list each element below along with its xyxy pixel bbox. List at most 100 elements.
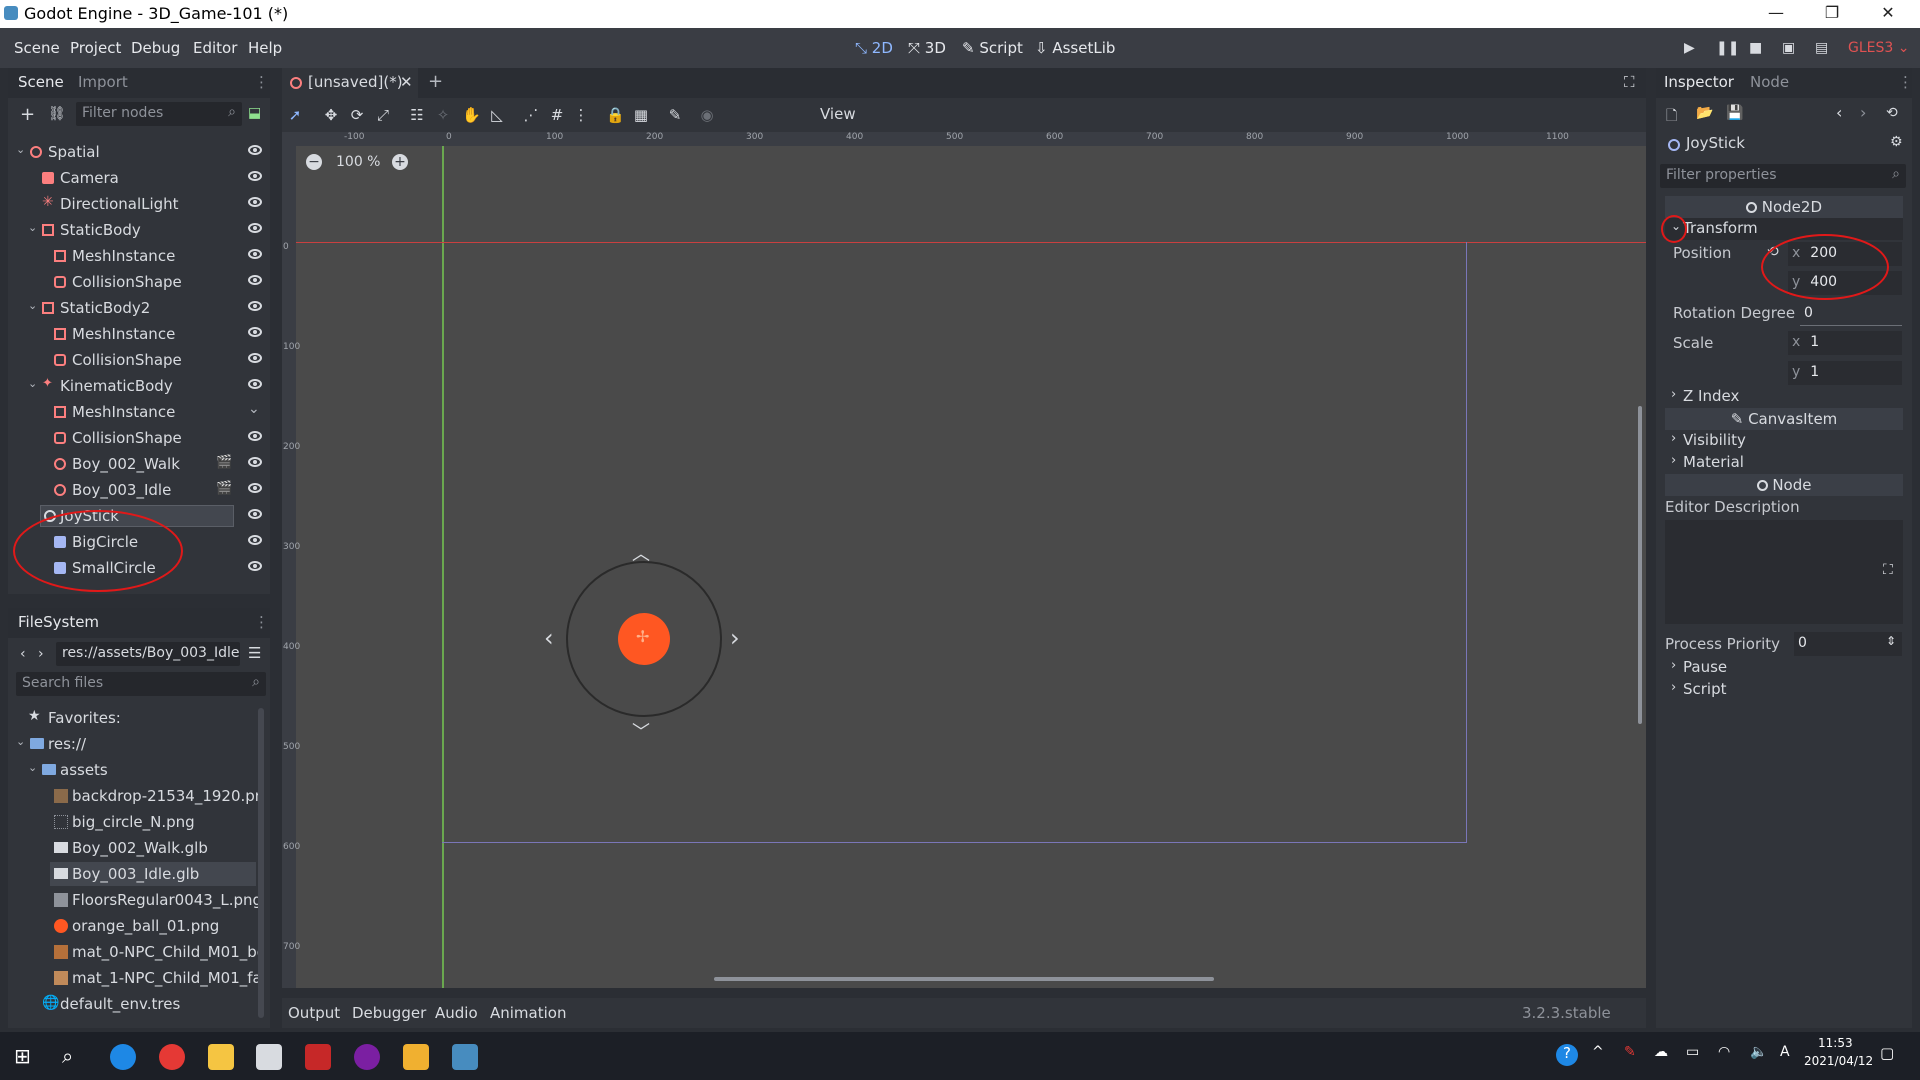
tree-row-collisionshape[interactable]: CollisionShape — [8, 348, 270, 372]
close-window-icon[interactable]: ✕ — [1878, 3, 1898, 23]
history-back-icon[interactable]: ‹ — [1836, 103, 1842, 122]
small-circle-sprite[interactable]: ✢ — [618, 613, 670, 665]
fs-file[interactable]: backdrop-21534_1920.pn — [8, 784, 264, 808]
spinner-icon[interactable]: ⇕ — [1886, 634, 1896, 648]
zoom-level[interactable]: 100 % — [336, 154, 380, 170]
collapse-arrow-icon[interactable]: ⌄ — [16, 143, 25, 156]
scale-x-field[interactable]: x1 — [1788, 331, 1902, 355]
add-node-icon[interactable]: + — [20, 104, 35, 125]
visibility-eye-icon[interactable] — [248, 561, 262, 571]
tree-row-kinematicbody[interactable]: ⌄ ✦ KinematicBody — [8, 374, 270, 398]
2d-viewport[interactable]: -100 0 100 200 300 400 500 600 700 800 9… — [282, 132, 1646, 988]
tree-row-meshinstance[interactable]: MeshInstance ⌄ — [8, 400, 270, 424]
visibility-eye-icon[interactable] — [248, 509, 262, 519]
visibility-eye-icon[interactable] — [248, 249, 262, 259]
rotation-degree-field[interactable]: 0 — [1800, 302, 1902, 326]
script-group-header[interactable]: › Script — [1665, 679, 1903, 701]
collapse-arrow-icon[interactable]: ⌄ — [28, 221, 37, 234]
renderer-selector[interactable]: GLES3 ⌄ — [1848, 40, 1909, 56]
visibility-eye-icon[interactable] — [248, 457, 262, 467]
expand-arrow-icon[interactable]: › — [1671, 431, 1676, 446]
cloud-icon[interactable]: ☁ — [1654, 1044, 1668, 1060]
visibility-eye-icon[interactable] — [248, 145, 262, 155]
help-icon[interactable]: ? — [1556, 1044, 1578, 1066]
new-tab-icon[interactable]: + — [428, 71, 443, 92]
zindex-group-header[interactable]: › Z Index — [1665, 386, 1903, 408]
pencil-app-icon[interactable] — [403, 1044, 429, 1070]
tree-row-boy-002-walk[interactable]: Boy_002_Walk 🎬 — [8, 452, 270, 476]
fs-file[interactable]: mat_0-NPC_Child_M01_bo — [8, 940, 258, 964]
stop-icon[interactable]: ■ — [1749, 40, 1762, 56]
play-icon[interactable]: ▶ — [1684, 40, 1695, 56]
mode-2d-button[interactable]: ⤡ 2D — [855, 39, 893, 57]
expand-arrow-icon[interactable]: › — [1671, 680, 1676, 695]
close-tab-icon[interactable]: ✕ — [400, 73, 413, 91]
windows-start-icon[interactable]: ⊞ — [14, 1044, 31, 1068]
visibility-eye-icon[interactable] — [248, 327, 262, 337]
visibility-eye-icon[interactable] — [248, 301, 262, 311]
notifications-icon[interactable]: ▢ — [1880, 1044, 1894, 1062]
transform-group-header[interactable]: ⌄ Transform — [1665, 218, 1903, 240]
visibility-group-header[interactable]: › Visibility — [1665, 430, 1903, 452]
fs-assets-folder[interactable]: ⌄ assets — [8, 758, 258, 782]
play-scene-icon[interactable]: ▣ — [1782, 40, 1795, 56]
fs-file[interactable]: Boy_002_Walk.glb — [8, 836, 258, 860]
tab-audio[interactable]: Audio — [435, 1004, 478, 1022]
tab-output[interactable]: Output — [288, 1004, 340, 1022]
visibility-eye-icon[interactable] — [248, 171, 262, 181]
collapse-arrow-icon[interactable]: ⌄ — [28, 377, 37, 390]
collapse-arrow-icon[interactable]: ⌄ — [16, 735, 25, 748]
menu-scene[interactable]: Scene — [14, 39, 60, 57]
wifi-icon[interactable]: ◠ — [1718, 1044, 1730, 1060]
dock-menu-icon[interactable]: ⋮ — [254, 73, 269, 91]
tray-app-icon[interactable]: ✎ — [1624, 1044, 1636, 1060]
visibility-eye-icon[interactable] — [248, 353, 262, 363]
pivot-icon[interactable]: ✧ — [434, 106, 452, 124]
ime-indicator[interactable]: A — [1780, 1044, 1790, 1060]
distraction-free-icon[interactable]: ⛶ — [1624, 73, 1635, 91]
pan-mode-icon[interactable]: ✋ — [462, 106, 481, 124]
forward-arrow-icon[interactable]: › — [38, 646, 44, 662]
scale-mode-icon[interactable]: ⤢ — [374, 106, 392, 124]
fs-file[interactable]: 🌐 default_env.tres — [8, 992, 258, 1016]
history-forward-icon[interactable]: › — [1860, 103, 1866, 122]
path-field[interactable]: res://assets/Boy_003_Idle — [56, 642, 240, 666]
tree-row-meshinstance[interactable]: MeshInstance — [8, 322, 270, 346]
vertical-scrollbar[interactable] — [1638, 406, 1642, 724]
play-custom-scene-icon[interactable]: ▤ — [1815, 40, 1828, 56]
tree-row-camera[interactable]: Camera — [8, 166, 270, 190]
tab-node[interactable]: Node — [1750, 73, 1789, 91]
tray-up-icon[interactable]: ^ — [1592, 1044, 1604, 1060]
menu-help[interactable]: Help — [248, 39, 282, 57]
visibility-eye-icon[interactable] — [248, 535, 262, 545]
open-scene-icon[interactable]: 🎬 — [216, 455, 232, 470]
material-group-header[interactable]: › Material — [1665, 452, 1903, 474]
search-icon[interactable]: ⌕ — [62, 1044, 73, 1068]
split-mode-icon[interactable]: ☰ — [248, 644, 261, 662]
link-icon[interactable]: ⛓ — [48, 106, 66, 122]
tree-row-meshinstance[interactable]: MeshInstance — [8, 244, 270, 268]
scale-y-field[interactable]: y1 — [1788, 361, 1902, 385]
pause-icon[interactable]: ❚❚ — [1716, 40, 1739, 56]
hidden-eye-icon[interactable]: ⌄ — [248, 401, 260, 417]
view-menu[interactable]: View — [820, 105, 856, 123]
fs-file[interactable]: mat_1-NPC_Child_M01_fac — [8, 966, 258, 990]
fs-file[interactable]: orange_ball_01.png — [8, 914, 258, 938]
collapse-arrow-icon[interactable]: ⌄ — [28, 761, 37, 774]
save-resource-icon[interactable]: 💾 — [1726, 105, 1743, 121]
ruler-mode-icon[interactable]: ◺ — [488, 106, 506, 124]
rotate-mode-icon[interactable]: ⟳ — [348, 106, 366, 124]
tab-debugger[interactable]: Debugger — [352, 1004, 426, 1022]
mode-script-button[interactable]: ✎ Script — [962, 39, 1023, 57]
tree-row-staticbody[interactable]: ⌄ StaticBody — [8, 218, 270, 242]
mode-assetlib-button[interactable]: ⇩ AssetLib — [1035, 39, 1115, 57]
app-icon[interactable] — [305, 1044, 331, 1070]
zoom-in-icon[interactable]: + — [392, 154, 408, 170]
battery-icon[interactable]: ▭ — [1686, 1044, 1699, 1060]
paint-app-icon[interactable] — [354, 1044, 380, 1070]
process-priority-field[interactable]: 0 ⇕ — [1794, 632, 1902, 656]
restore-icon[interactable]: ❐ — [1822, 3, 1842, 23]
move-mode-icon[interactable]: ✥ — [322, 106, 340, 124]
visibility-eye-icon[interactable] — [248, 197, 262, 207]
clock-date[interactable]: 2021/04/12 — [1804, 1054, 1873, 1068]
